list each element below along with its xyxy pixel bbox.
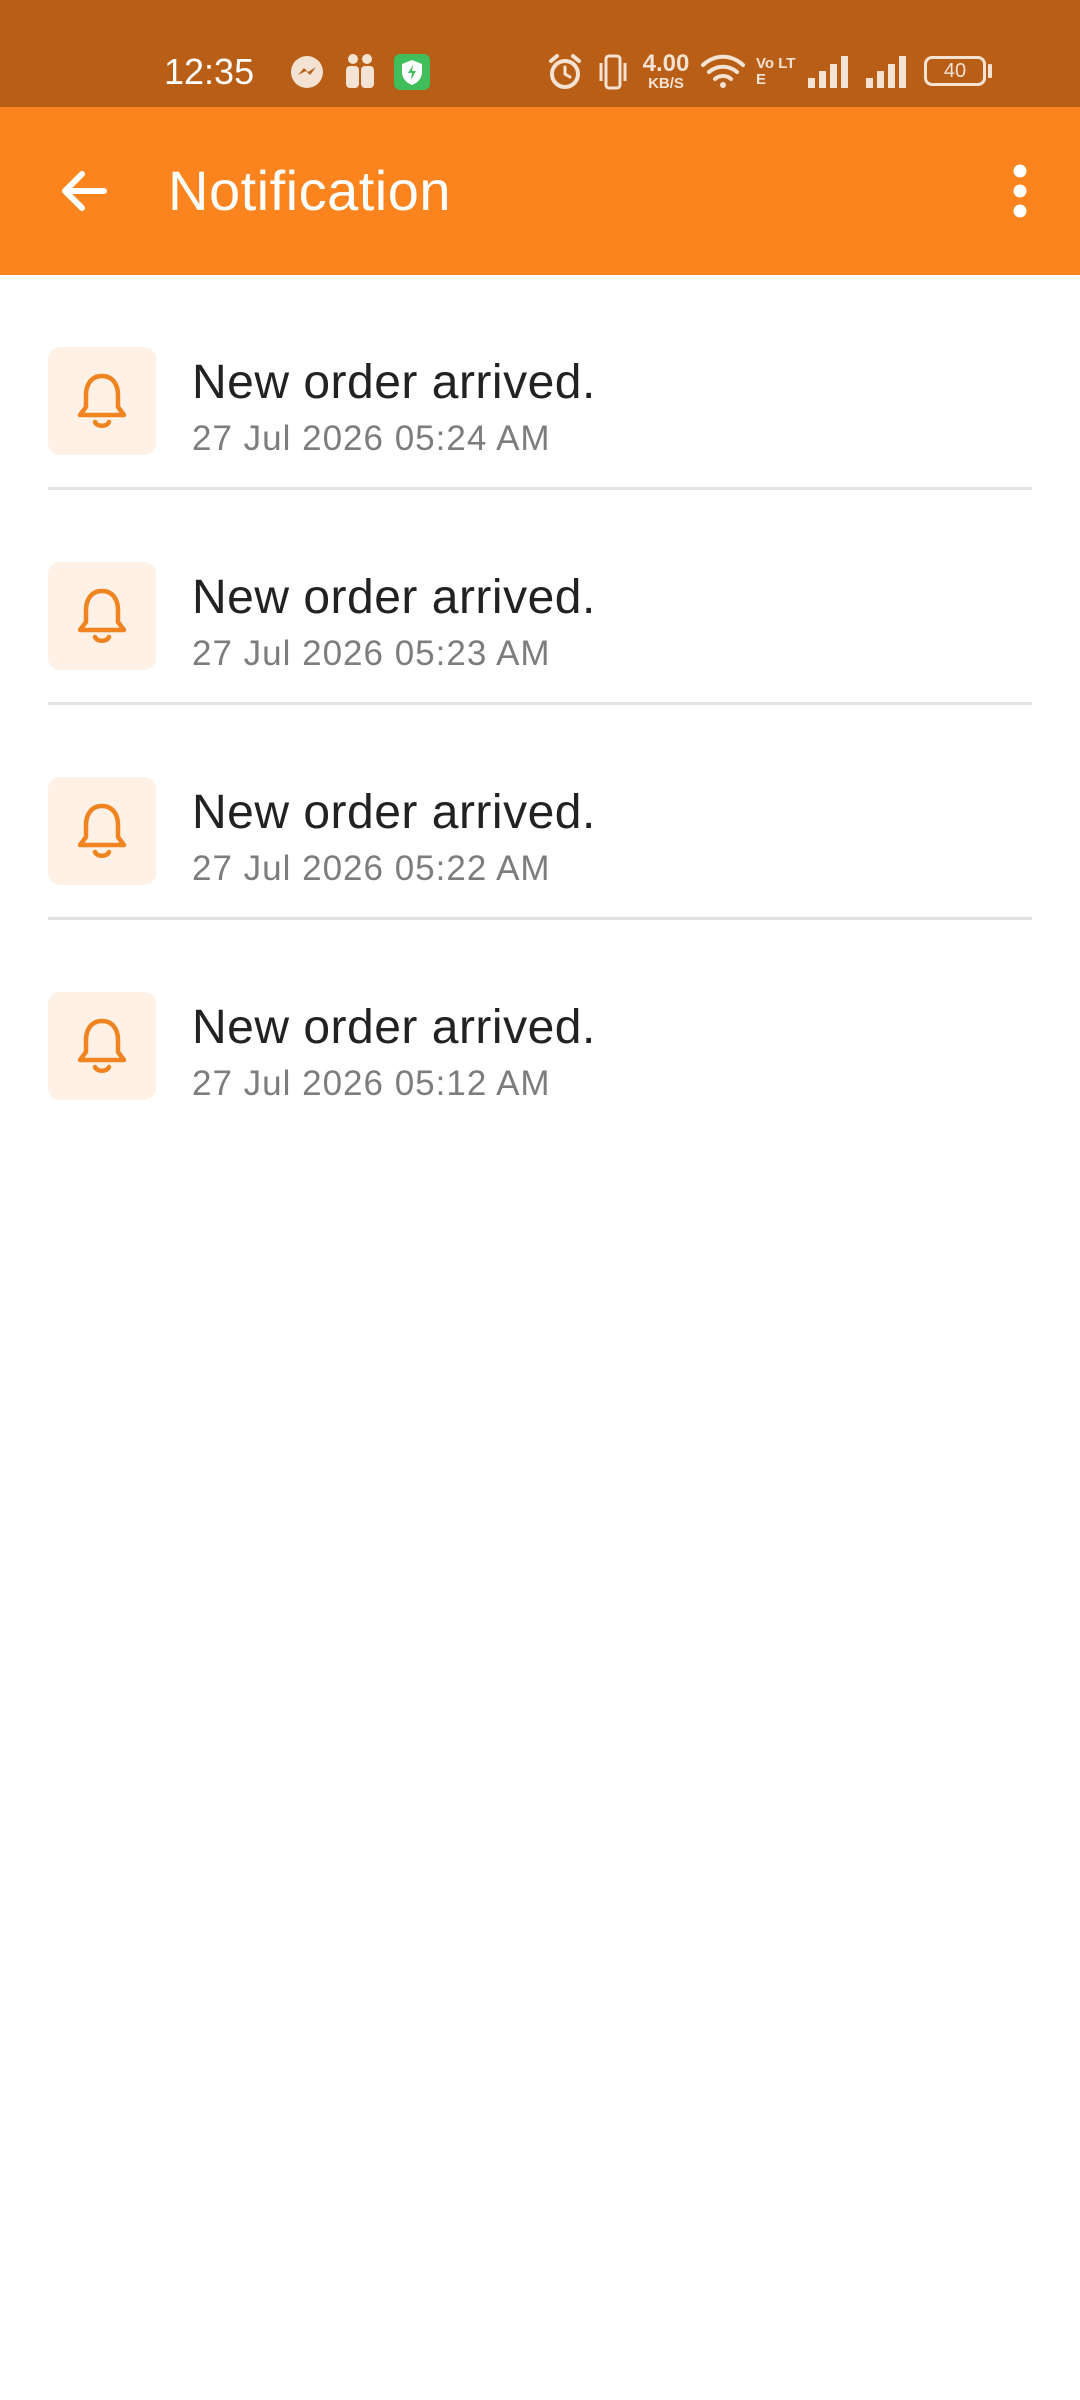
- notification-icon-box: [48, 777, 156, 885]
- network-speed-value: 4.00: [642, 50, 690, 77]
- notification-icon-box: [48, 562, 156, 670]
- notification-title: New order arrived.: [192, 786, 596, 839]
- status-bar: 12:35 4.00 KB/S Vo LTE 40: [0, 0, 1080, 107]
- more-vertical-icon: [1013, 164, 1027, 218]
- messenger-icon: [291, 56, 323, 88]
- bell-icon: [77, 373, 127, 428]
- network-speed: 4.00 KB/S: [638, 52, 694, 92]
- back-button[interactable]: [44, 151, 124, 231]
- notification-icon-box: [48, 347, 156, 455]
- notification-time: 27 Jul 2026 05:24 AM: [192, 419, 551, 458]
- notification-item[interactable]: New order arrived. 27 Jul 2026 05:24 AM: [48, 275, 1032, 490]
- notification-icon-box: [48, 992, 156, 1100]
- status-time: 12:35: [164, 51, 255, 92]
- wifi-icon: [701, 54, 745, 88]
- app-bar: Notification: [0, 107, 1080, 275]
- teams-icon: [346, 54, 374, 88]
- bell-icon: [77, 1018, 127, 1073]
- shield-app-icon: [394, 54, 430, 90]
- notification-time: 27 Jul 2026 05:22 AM: [192, 849, 551, 888]
- notification-item[interactable]: New order arrived. 27 Jul 2026 05:22 AM: [48, 705, 1032, 920]
- notification-time: 27 Jul 2026 05:12 AM: [192, 1064, 551, 1103]
- signal-icon: [866, 56, 906, 88]
- arrow-left-icon: [62, 171, 107, 211]
- alarm-icon: [549, 54, 581, 89]
- notification-list: New order arrived. 27 Jul 2026 05:24 AM …: [48, 275, 1032, 1135]
- notification-title: New order arrived.: [192, 1001, 596, 1054]
- volte-label: Vo LTE: [756, 55, 796, 88]
- bell-icon: [77, 803, 127, 858]
- notification-title: New order arrived.: [192, 571, 596, 624]
- bell-icon: [77, 588, 127, 643]
- vibrate-icon: [599, 54, 627, 90]
- notification-item[interactable]: New order arrived. 27 Jul 2026 05:23 AM: [48, 490, 1032, 705]
- battery-level: 40: [943, 60, 967, 82]
- notification-item[interactable]: New order arrived. 27 Jul 2026 05:12 AM: [48, 920, 1032, 1135]
- notification-time: 27 Jul 2026 05:23 AM: [192, 634, 551, 673]
- battery-tip: [988, 64, 992, 78]
- network-speed-unit: KB/S: [648, 75, 684, 92]
- more-options-button[interactable]: [980, 151, 1060, 231]
- notification-title: New order arrived.: [192, 356, 596, 409]
- page-title: Notification: [168, 159, 452, 222]
- signal-icon: [808, 56, 848, 88]
- battery-icon: 40: [924, 56, 986, 86]
